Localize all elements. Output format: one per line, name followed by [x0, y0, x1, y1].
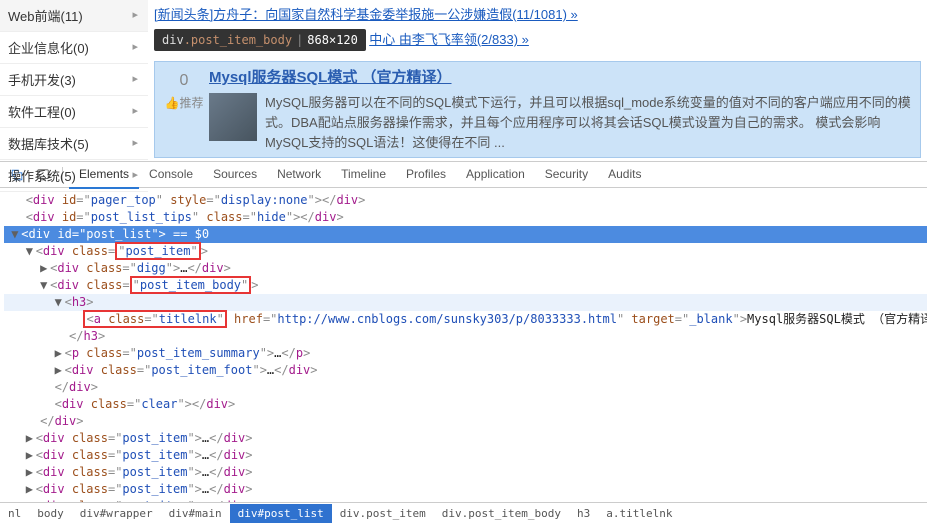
inspect-tooltip: div.post_item_body|868×120: [154, 29, 366, 51]
dom-line[interactable]: ▶<div class="post_item">…</div>: [4, 481, 927, 498]
post-body: Mysql服务器SQL模式 （官方精译） MySQL服务器可以在不同的SQL模式…: [209, 66, 916, 153]
crumb[interactable]: div.post_item_body: [434, 504, 569, 523]
sidebar-item[interactable]: 数据库技术(5) ▸: [0, 128, 148, 160]
sidebar: Web前端(11) ▸ 企业信息化(0) ▸ 手机开发(3) ▸ 软件工程(0) ▸ 数…: [0, 0, 148, 161]
chevron-right-icon: ▸: [132, 136, 138, 149]
sidebar-item[interactable]: 操作系统(5) ▸: [0, 160, 148, 192]
dom-line[interactable]: ▶<div class="post_item">…</div>: [4, 464, 927, 481]
news-link-1[interactable]: [新闻头条]方舟子：向国家自然科学基金委举报施一公涉嫌造假(11/1081) »: [154, 7, 578, 22]
link-text: Mysql服务器SQL模式 （官方精译）: [747, 312, 927, 326]
dom-line[interactable]: <a class="titlelnk" href="http://www.cnb…: [4, 311, 927, 328]
tooltip-dim: 868×120: [307, 33, 358, 47]
tab-audits[interactable]: Audits: [598, 161, 651, 189]
dom-line-selected[interactable]: ▼<div id="post_list"> == $0: [4, 226, 927, 243]
tab-profiles[interactable]: Profiles: [396, 161, 456, 189]
dom-line[interactable]: <div class="clear"></div>: [4, 396, 927, 413]
thumb-icon: 👍: [165, 96, 180, 110]
crumb[interactable]: div#main: [161, 504, 230, 523]
dom-line[interactable]: ▼<div class="post_item_body">: [4, 277, 927, 294]
tab-application[interactable]: Application: [456, 161, 535, 189]
dom-line[interactable]: </div>: [4, 413, 927, 430]
dom-line[interactable]: ▶<p class="post_item_summary">…</p>: [4, 345, 927, 362]
dom-line[interactable]: ▼<div class="post_item">: [4, 243, 927, 260]
target-value: _blank: [689, 312, 732, 326]
sidebar-item-label: 软件工程(0): [8, 105, 76, 120]
dom-line[interactable]: </h3>: [4, 328, 927, 345]
crumb[interactable]: div#wrapper: [72, 504, 161, 523]
chevron-right-icon: ▸: [132, 8, 138, 21]
highlight-box: "post_item_body": [130, 276, 252, 294]
dom-line[interactable]: ▶<div class="post_item_foot">…</div>: [4, 362, 927, 379]
post-summary: MySQL服务器可以在不同的SQL模式下运行，并且可以根据sql_mode系统变…: [265, 93, 916, 153]
tab-sources[interactable]: Sources: [203, 161, 267, 189]
devtools-tabs: Elements Console Sources Network Timelin…: [69, 161, 651, 189]
tab-security[interactable]: Security: [535, 161, 598, 189]
post-title-link[interactable]: Mysql服务器SQL模式 （官方精译）: [209, 69, 452, 86]
tooltip-sep: |: [292, 33, 307, 47]
crumb[interactable]: a.titlelnk: [598, 504, 680, 523]
tooltip-class: .post_item_body: [184, 33, 292, 47]
tooltip-tag: div: [162, 33, 184, 47]
crumb[interactable]: nl: [0, 504, 29, 523]
digg-box[interactable]: 0 👍推荐: [159, 66, 209, 153]
breadcrumb: nl body div#wrapper div#main div#post_li…: [0, 502, 927, 523]
chevron-right-icon: ▸: [132, 40, 138, 53]
crumb[interactable]: body: [29, 504, 72, 523]
chevron-right-icon: ▸: [132, 168, 138, 181]
digg-count: 0: [159, 72, 209, 90]
selected-marker: == $0: [166, 227, 209, 241]
news-link-2[interactable]: 中心 由李飞飞率领(2/833) »: [369, 32, 529, 47]
post-item: 0 👍推荐 Mysql服务器SQL模式 （官方精译） MySQL服务器可以在不同…: [154, 61, 921, 158]
tab-network[interactable]: Network: [267, 161, 331, 189]
dom-line[interactable]: <div id="pager_top" style="display:none"…: [4, 192, 927, 209]
chevron-right-icon: ▸: [132, 72, 138, 85]
dom-line[interactable]: ▶<div class="post_item">…</div>: [4, 447, 927, 464]
crumb[interactable]: h3: [569, 504, 598, 523]
devtools: Elements Console Sources Network Timelin…: [0, 162, 927, 523]
dom-line[interactable]: </div>: [4, 379, 927, 396]
crumb[interactable]: div.post_item: [332, 504, 434, 523]
sidebar-item-label: 数据库技术(5): [8, 137, 89, 152]
crumb-active[interactable]: div#post_list: [230, 504, 332, 523]
dom-line[interactable]: ▼<h3>: [4, 294, 927, 311]
sidebar-item[interactable]: 软件工程(0) ▸: [0, 96, 148, 128]
sidebar-item[interactable]: 手机开发(3) ▸: [0, 64, 148, 96]
sidebar-item-label: 手机开发(3): [8, 73, 76, 88]
dom-line[interactable]: ▶<div class="digg">…</div>: [4, 260, 927, 277]
dom-line[interactable]: <div id="post_list_tips" class="hide"></…: [4, 209, 927, 226]
elements-panel[interactable]: <div id="pager_top" style="display:none"…: [0, 188, 927, 502]
chevron-right-icon: ▸: [132, 104, 138, 117]
sidebar-item[interactable]: Web前端(11) ▸: [0, 0, 148, 32]
tab-console[interactable]: Console: [139, 161, 203, 189]
highlight-box: "post_item": [115, 242, 201, 260]
sidebar-item-label: 企业信息化(0): [8, 41, 89, 56]
page-content: [新闻头条]方舟子：向国家自然科学基金委举报施一公涉嫌造假(11/1081) »…: [148, 0, 927, 161]
sidebar-item[interactable]: 企业信息化(0) ▸: [0, 32, 148, 64]
highlight-box: <a class="titlelnk": [83, 310, 226, 328]
tab-timeline[interactable]: Timeline: [331, 161, 396, 189]
dom-line[interactable]: ▶<div class="post_item">…</div>: [4, 430, 927, 447]
sidebar-item-label: Web前端(11): [8, 9, 83, 24]
sidebar-item-label: 操作系统(5): [8, 169, 76, 184]
avatar[interactable]: [209, 93, 257, 141]
dom-line[interactable]: ▶<div class="post_item">…</div>: [4, 498, 927, 502]
href-value: http://www.cnblogs.com/sunsky303/p/80333…: [277, 312, 617, 326]
digg-label: 推荐: [179, 96, 203, 110]
